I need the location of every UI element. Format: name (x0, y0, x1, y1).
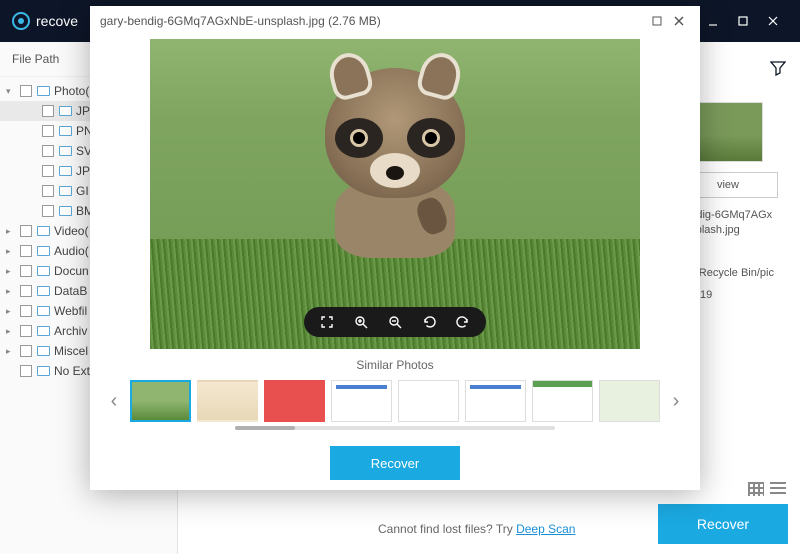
tree-checkbox[interactable] (20, 285, 32, 297)
thumbs-prev-icon[interactable]: ‹ (104, 386, 124, 416)
modal-recover-button[interactable]: Recover (330, 446, 460, 480)
tree-caret-icon: ▸ (6, 286, 16, 297)
thumbnail-item[interactable] (599, 380, 660, 422)
folder-icon (36, 324, 50, 338)
thumbs-next-icon[interactable]: › (666, 386, 686, 416)
tree-item-label: Docun (54, 264, 89, 278)
deepscan-link[interactable]: Deep Scan (516, 522, 575, 536)
thumbnail-scrollbar[interactable] (235, 426, 555, 430)
thumbnail-item[interactable] (398, 380, 459, 422)
folder-icon (36, 244, 50, 258)
tree-caret-icon: ▸ (6, 266, 16, 277)
grid-view-icon[interactable] (748, 482, 764, 496)
thumbnail-item[interactable] (331, 380, 392, 422)
list-view-icon[interactable] (770, 482, 786, 496)
tree-item-label: Video( (54, 224, 88, 238)
tree-item-label: Audio( (54, 244, 89, 258)
tree-checkbox[interactable] (20, 225, 32, 237)
close-button[interactable] (758, 6, 788, 36)
thumbnail-item[interactable] (532, 380, 593, 422)
maximize-button[interactable] (728, 6, 758, 36)
preview-area (90, 36, 700, 352)
tree-caret-icon: ▸ (6, 326, 16, 337)
zoom-in-icon[interactable] (352, 313, 370, 331)
tree-caret-icon: ▸ (6, 226, 16, 237)
modal-header: gary-bendig-6GMq7AGxNbE-unsplash.jpg (2.… (90, 6, 700, 36)
folder-icon (58, 204, 72, 218)
logo-icon (12, 12, 30, 30)
tree-caret-icon: ▸ (6, 306, 16, 317)
folder-icon (36, 304, 50, 318)
modal-title: gary-bendig-6GMq7AGxNbE-unsplash.jpg (2.… (100, 14, 381, 28)
tree-item-label: No Ext (54, 364, 90, 378)
folder-icon (58, 124, 72, 138)
folder-icon (36, 224, 50, 238)
zoom-out-icon[interactable] (386, 313, 404, 331)
recover-button[interactable]: Recover (658, 504, 788, 544)
preview-image (150, 39, 640, 349)
tree-item-label: GI (76, 184, 89, 198)
modal-close-button[interactable] (668, 10, 690, 32)
tree-checkbox[interactable] (42, 105, 54, 117)
folder-icon (36, 284, 50, 298)
tree-caret-icon: ▸ (6, 346, 16, 357)
filter-icon[interactable] (770, 60, 786, 76)
tree-checkbox[interactable] (20, 245, 32, 257)
tree-checkbox[interactable] (42, 205, 54, 217)
tree-item-label: Archiv (54, 324, 87, 338)
thumbnail-item[interactable] (197, 380, 258, 422)
folder-icon (58, 104, 72, 118)
similar-label: Similar Photos (90, 358, 700, 372)
folder-icon (36, 364, 50, 378)
tree-checkbox[interactable] (20, 345, 32, 357)
tree-item-label: Photo( (54, 84, 89, 98)
tree-checkbox[interactable] (42, 145, 54, 157)
rotate-right-icon[interactable] (454, 313, 472, 331)
thumbnail-item[interactable] (264, 380, 325, 422)
deepscan-hint: Cannot find lost files? Try Deep Scan (378, 522, 575, 536)
folder-icon (58, 144, 72, 158)
tree-item-label: Miscel (54, 344, 88, 358)
tree-caret-icon: ▸ (6, 246, 16, 257)
tree-caret-icon: ▾ (6, 86, 16, 97)
fit-screen-icon[interactable] (318, 313, 336, 331)
logo-text: recove (36, 13, 78, 29)
folder-icon (36, 344, 50, 358)
folder-icon (58, 164, 72, 178)
similar-section: Similar Photos ‹ › (90, 352, 700, 440)
preview-modal: gary-bendig-6GMq7AGxNbE-unsplash.jpg (2.… (90, 6, 700, 490)
tree-checkbox[interactable] (20, 305, 32, 317)
tree-checkbox[interactable] (42, 125, 54, 137)
thumbnail-item[interactable] (130, 380, 191, 422)
folder-icon (58, 184, 72, 198)
modal-maximize-button[interactable] (646, 10, 668, 32)
tree-checkbox[interactable] (42, 165, 54, 177)
folder-icon (36, 84, 50, 98)
tree-checkbox[interactable] (20, 85, 32, 97)
folder-icon (36, 264, 50, 278)
rotate-left-icon[interactable] (420, 313, 438, 331)
thumbnail-item[interactable] (465, 380, 526, 422)
tree-checkbox[interactable] (20, 325, 32, 337)
tree-checkbox[interactable] (20, 265, 32, 277)
thumbnail-strip (130, 380, 660, 422)
minimize-button[interactable] (698, 6, 728, 36)
tree-checkbox[interactable] (20, 365, 32, 377)
tree-checkbox[interactable] (42, 185, 54, 197)
app-logo: recove (12, 12, 78, 30)
image-toolbar (304, 307, 486, 337)
tree-item-label: DataB (54, 284, 87, 298)
view-toggles (748, 482, 786, 496)
tree-item-label: Webfil (54, 304, 87, 318)
